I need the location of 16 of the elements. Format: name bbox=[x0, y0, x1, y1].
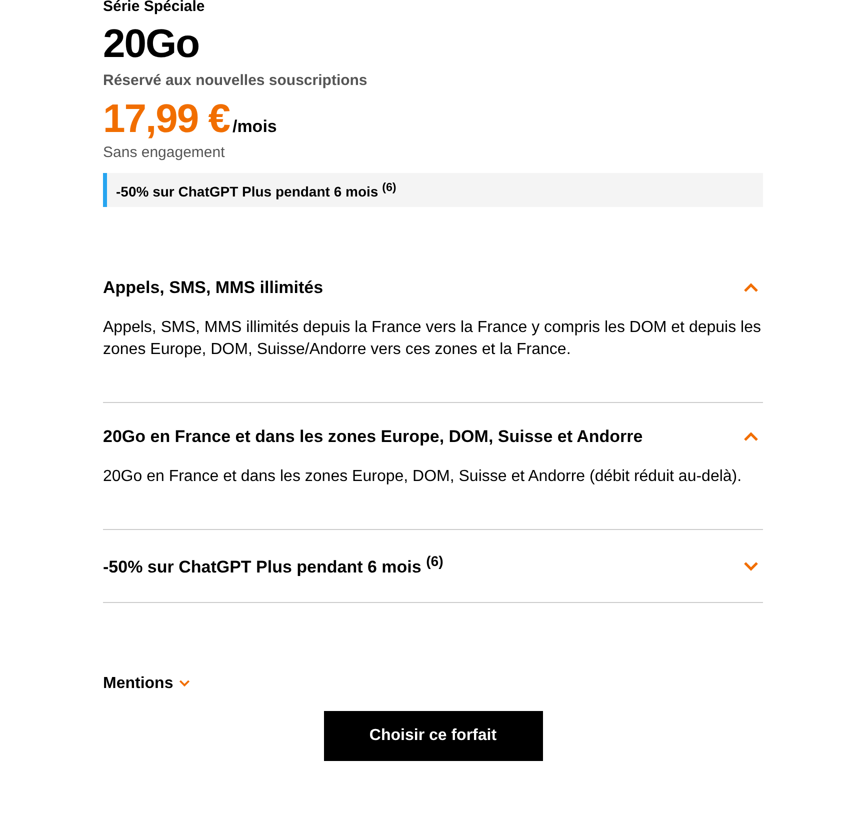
price-period: /mois bbox=[232, 117, 277, 137]
accordion-header[interactable]: -50% sur ChatGPT Plus pendant 6 mois $^{(6)}$ bbox=[103, 530, 763, 602]
chevron-up-icon bbox=[743, 283, 759, 293]
chevron-down-icon bbox=[179, 680, 190, 688]
offer-label: Série Spéciale bbox=[103, 0, 206, 14]
plan-title: 20Go bbox=[103, 23, 200, 65]
commitment-text: Sans engagement bbox=[103, 144, 226, 161]
chevron-up-icon bbox=[743, 432, 759, 442]
accordion-text: 20Go en France et dans les zones Europe, DOM, Suisse et Andorre (débit réduit au-delà). bbox=[103, 467, 743, 487]
promo-banner: -50% sur ChatGPT Plus pendant 6 mois $^{(6)}$ bbox=[103, 173, 763, 207]
mentions-toggle[interactable]: Mentions bbox=[103, 674, 190, 693]
choose-plan-button[interactable]: Choisir ce forfait bbox=[324, 710, 542, 761]
price: 17,99 € bbox=[103, 98, 230, 140]
accordion-text: Appels, SMS, MMS illimités depuis la France vers la France y compris les DOM et depuis les zones Europe, DOM, Suisse/Andorre vers ces zones et la France. bbox=[103, 318, 762, 360]
chevron-down-icon bbox=[743, 560, 759, 571]
plan-subtitle: Réservé aux nouvelles souscriptions bbox=[103, 72, 368, 89]
